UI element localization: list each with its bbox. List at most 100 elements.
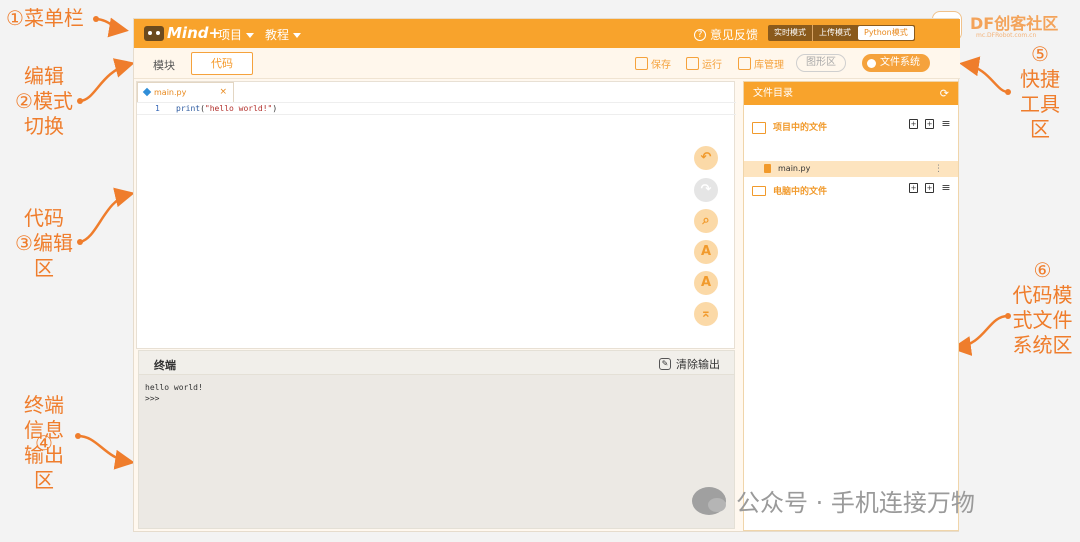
- code-paren-close: ): [272, 104, 278, 113]
- tab-blocks[interactable]: 模块: [153, 57, 175, 73]
- new-file-icon[interactable]: +: [909, 183, 918, 193]
- annotation-label: 菜单栏: [23, 6, 84, 30]
- refresh-icon[interactable]: ⟳: [940, 82, 949, 105]
- undo-icon[interactable]: ↶: [694, 146, 718, 170]
- arrow-edit-mode: [79, 58, 135, 103]
- file-panel: 文件目录 ⟳ 项目中的文件 + + ≡ main.py ⋮ 电脑中的文件 + +…: [743, 81, 959, 531]
- logo-text: Mind+: [167, 24, 222, 42]
- file-panel-header: 文件目录 ⟳: [744, 82, 958, 105]
- library-label: 库管理: [754, 60, 784, 71]
- mode-upload[interactable]: 上传模式: [812, 25, 857, 41]
- annotation-number: ②: [15, 89, 33, 113]
- annotation-line: 区: [1030, 117, 1050, 141]
- python-file-icon: [142, 87, 152, 97]
- annotation-line: 式文件: [1012, 308, 1073, 332]
- menubar: Mind+ 项目 教程 ? 意见反馈 实时模式 上传模式 Python模式: [134, 19, 960, 48]
- file-system-label: 文件系统: [880, 57, 920, 68]
- scroll-top-icon[interactable]: ⌅: [694, 302, 718, 326]
- annotation-line: 代码模: [1012, 283, 1073, 307]
- robot-logo-icon: [144, 25, 164, 41]
- brand-title: DF创客社区: [970, 14, 1059, 33]
- annotation-code-editor: 代码 ③编辑 区: [4, 206, 84, 281]
- code-function: print: [176, 104, 201, 113]
- arrow-file-system: [951, 314, 1009, 356]
- redo-icon[interactable]: ↷: [694, 178, 718, 202]
- save-icon: [635, 57, 648, 70]
- check-icon: [867, 58, 876, 68]
- caret-down-icon: [246, 33, 255, 38]
- code-string: "hello world!": [204, 104, 273, 113]
- file-icon: [764, 164, 771, 173]
- file-system-button[interactable]: 文件系统: [862, 54, 930, 72]
- computer-files-label: 电脑中的文件: [773, 187, 828, 197]
- font-decrease-icon[interactable]: A: [694, 271, 718, 295]
- mode-realtime[interactable]: 实时模式: [768, 25, 812, 41]
- annotation-menubar: ①菜单栏: [6, 6, 84, 31]
- terminal-title: 终端: [154, 359, 176, 372]
- more-icon[interactable]: ⋮: [934, 161, 943, 177]
- app-logo: Mind+: [144, 23, 221, 43]
- computer-files-row[interactable]: 电脑中的文件 + + ≡: [744, 182, 958, 201]
- menu-tutorial[interactable]: 教程: [265, 26, 302, 43]
- terminal-header: 终端 ✎ 清除输出: [138, 350, 735, 375]
- annotation-line: 代码: [24, 206, 64, 230]
- new-folder-icon[interactable]: +: [925, 119, 934, 129]
- annotation-number: ①: [6, 6, 24, 30]
- clear-output-button[interactable]: ✎ 清除输出: [659, 356, 720, 372]
- annotation-line: 系统区: [1012, 333, 1073, 357]
- annotation-edit-mode: 编辑 ②模式 切换: [4, 64, 84, 139]
- new-file-icon[interactable]: +: [909, 119, 918, 129]
- question-icon: ?: [694, 28, 706, 41]
- annotation-line: 终端: [24, 393, 64, 417]
- run-label: 运行: [702, 60, 722, 71]
- code-text: print("hello world!"): [176, 103, 277, 115]
- row-actions: + + ≡: [909, 118, 951, 129]
- code-line[interactable]: 1 print("hello world!"): [137, 102, 736, 115]
- menu-icon[interactable]: ≡: [941, 182, 951, 193]
- library-button[interactable]: 库管理: [738, 56, 784, 71]
- annotation-line: 切换: [24, 114, 64, 138]
- annotation-line: 区: [34, 256, 54, 280]
- run-button[interactable]: 运行: [686, 56, 722, 71]
- menu-project-label: 项目: [218, 28, 243, 42]
- watermark: 公众号 · 手机连接万物: [692, 483, 975, 518]
- file-name: main.py: [778, 164, 811, 173]
- annotation-file-system: ⑥ 代码模 式文件 系统区: [1005, 258, 1080, 358]
- font-increase-icon[interactable]: A: [694, 240, 718, 264]
- line-number: 1: [155, 104, 160, 113]
- annotation-quick-tools: ⑤ 快捷 工具 区: [1010, 42, 1070, 142]
- project-files-row[interactable]: 项目中的文件 + + ≡: [744, 118, 958, 137]
- code-editor[interactable]: main.py × 1 print("hello world!") ↶ ↷ ⌕ …: [136, 81, 736, 349]
- menu-project[interactable]: 项目: [218, 26, 255, 43]
- editor-file-tab[interactable]: main.py ×: [137, 82, 234, 102]
- annotation-number: ③: [15, 231, 33, 255]
- brand-subtitle: mc.DFRobot.com.cn: [976, 32, 1037, 39]
- file-panel-title: 文件目录: [753, 88, 793, 99]
- arrow-menubar: [95, 17, 129, 38]
- mode-switcher: 实时模式 上传模式 Python模式: [768, 25, 915, 41]
- terminal-line: hello world!: [145, 383, 203, 392]
- terminal-output[interactable]: hello world! >>>: [138, 375, 735, 529]
- new-folder-icon[interactable]: +: [925, 183, 934, 193]
- wechat-icon: [692, 486, 726, 515]
- feedback-label: 意见反馈: [710, 28, 759, 42]
- annotation-terminal: 终端 信息 ④ 输出 区: [4, 393, 84, 493]
- arrow-quick-tools: [959, 56, 1009, 94]
- terminal-prompt: >>>: [145, 394, 160, 403]
- save-button[interactable]: 保存: [635, 56, 671, 71]
- feedback-button[interactable]: ? 意见反馈: [694, 26, 758, 43]
- monitor-icon: [752, 186, 766, 196]
- mode-python[interactable]: Python模式: [858, 26, 914, 40]
- annotation-line: 编辑: [32, 231, 73, 255]
- close-icon[interactable]: ×: [219, 83, 227, 102]
- annotation-number: ④: [35, 431, 53, 455]
- annotation-line: 区: [34, 468, 54, 492]
- graphic-area-button[interactable]: 图形区: [796, 54, 846, 72]
- tab-code[interactable]: 代码: [191, 52, 253, 75]
- file-item[interactable]: main.py ⋮: [744, 161, 958, 177]
- library-icon: [738, 57, 751, 70]
- save-label: 保存: [651, 60, 671, 71]
- search-icon[interactable]: ⌕: [694, 209, 718, 233]
- file-tab-name: main.py: [154, 88, 187, 97]
- menu-icon[interactable]: ≡: [941, 118, 951, 129]
